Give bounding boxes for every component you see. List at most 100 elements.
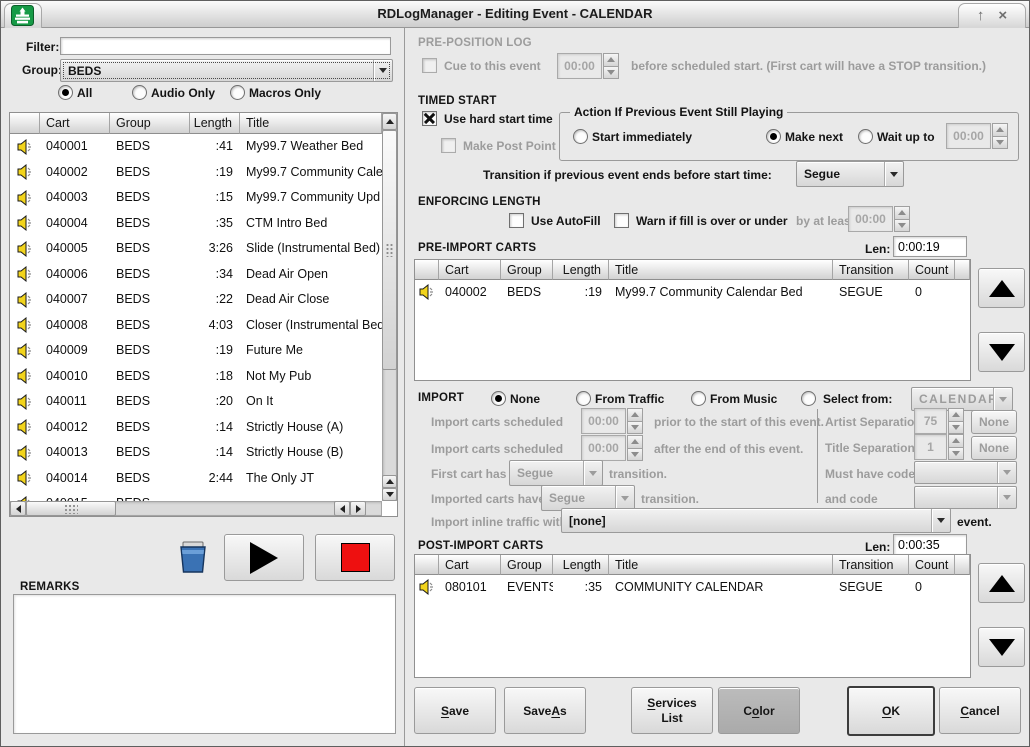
services-list-button[interactable]: Services List [631, 687, 713, 734]
radio-import-select-from[interactable] [801, 391, 816, 406]
ok-button[interactable]: OK [847, 686, 935, 736]
save-button[interactable]: Save [414, 687, 496, 734]
transition-select[interactable]: Segue [796, 161, 904, 187]
table-row[interactable]: 040013BEDS:14Strictly House (B) [10, 440, 382, 466]
table-row[interactable]: 040011BEDS:20On It [10, 389, 382, 415]
column-header[interactable]: Title [609, 260, 833, 280]
table-row[interactable]: 040006BEDS:34Dead Air Open [10, 262, 382, 288]
radio-audio-only[interactable] [132, 85, 147, 100]
column-header[interactable]: Cart [439, 260, 501, 280]
column-header[interactable]: Count [909, 555, 955, 575]
cancel-button[interactable]: Cancel [939, 687, 1021, 734]
column-header[interactable]: Cart [439, 555, 501, 575]
scroll-left-button-2[interactable] [334, 501, 350, 516]
column-header[interactable]: Cart [40, 113, 110, 134]
use-autofill-checkbox[interactable] [509, 213, 524, 228]
post-import-move-up-button[interactable] [978, 563, 1025, 603]
column-header[interactable]: Group [501, 555, 553, 575]
chevron-down-icon [615, 486, 634, 510]
scroll-up-button[interactable] [382, 113, 397, 130]
pre-import-len-field[interactable] [893, 236, 967, 257]
column-header[interactable] [415, 260, 439, 280]
horizontal-scrollbar-thumb[interactable] [26, 501, 116, 516]
scroll-down-button[interactable] [382, 488, 397, 501]
table-cell: BEDS [110, 313, 190, 339]
table-row[interactable]: 040001BEDS:41My99.7 Weather Bed [10, 134, 382, 160]
table-row[interactable]: 040007BEDS:22Dead Air Close [10, 287, 382, 313]
table-row[interactable]: 040004BEDS:35CTM Intro Bed [10, 211, 382, 237]
use-autofill-label: Use AutoFill [531, 214, 601, 228]
column-header[interactable]: Length [553, 260, 609, 280]
column-header[interactable] [10, 113, 40, 134]
sched-after-value: 00:00 [581, 435, 626, 461]
speaker-icon-cell [10, 160, 40, 186]
table-cell: 0 [909, 575, 955, 599]
radio-make-next[interactable] [766, 129, 781, 144]
filter-input[interactable] [60, 37, 391, 55]
table-row[interactable]: 040008BEDS4:03Closer (Instrumental Bed [10, 313, 382, 339]
radio-start-immediately[interactable] [573, 129, 588, 144]
sched-prior-label: Import carts scheduled [431, 415, 563, 429]
radio-macros-only[interactable] [230, 85, 245, 100]
pre-import-move-down-button[interactable] [978, 332, 1025, 372]
group-select[interactable]: BEDS [60, 59, 393, 82]
column-header[interactable]: Group [501, 260, 553, 280]
cue-time-spinbox: 00:00 [557, 53, 619, 79]
post-import-move-down-button[interactable] [978, 627, 1025, 667]
radio-import-traffic[interactable] [576, 391, 591, 406]
column-header[interactable] [955, 555, 970, 575]
spin-up-icon [627, 435, 643, 449]
scroll-up-button-2[interactable] [382, 475, 397, 488]
table-row[interactable]: 040009BEDS:19Future Me [10, 338, 382, 364]
play-cart-button[interactable] [224, 534, 304, 581]
column-header[interactable]: Title [240, 113, 382, 134]
column-header[interactable]: Count [909, 260, 955, 280]
transition-select-value: Segue [797, 167, 884, 181]
remarks-textarea[interactable] [13, 594, 396, 734]
column-header[interactable]: Transition [833, 555, 909, 575]
radio-import-none[interactable] [491, 391, 506, 406]
column-header[interactable]: Length [190, 113, 240, 134]
delete-cart-button[interactable] [176, 539, 210, 575]
column-header[interactable] [955, 260, 970, 280]
radio-import-music[interactable] [691, 391, 706, 406]
radio-all[interactable] [58, 85, 73, 100]
table-row[interactable]: 040003BEDS:15My99.7 Community Upd [10, 185, 382, 211]
speaker-icon [17, 215, 34, 231]
table-cell: My99.7 Weather Bed [240, 134, 382, 160]
warn-fill-checkbox[interactable] [614, 213, 629, 228]
scroll-left-button[interactable] [10, 501, 26, 516]
window-controls: ↑ × [958, 3, 1026, 28]
vertical-scrollbar-thumb[interactable] [382, 130, 397, 370]
table-row[interactable]: 040002BEDS:19My99.7 Community Calendar B… [10, 160, 382, 186]
column-header[interactable]: Group [110, 113, 190, 134]
radio-wait-up-to[interactable] [858, 129, 873, 144]
wait-time-value: 00:00 [946, 123, 991, 149]
post-import-len-field[interactable] [893, 534, 967, 555]
column-header[interactable] [415, 555, 439, 575]
scroll-right-button[interactable] [350, 501, 366, 516]
remarks-label: REMARKS [20, 581, 80, 593]
table-row[interactable]: 040002BEDS:19My99.7 Community Calendar B… [415, 280, 970, 304]
speaker-icon-cell [10, 440, 40, 466]
artist-separation-label: Artist Separation [825, 415, 922, 429]
table-row[interactable]: 040005BEDS3:26Slide (Instrumental Bed) [10, 236, 382, 262]
titlebar[interactable]: RDLogManager - Editing Event - CALENDAR … [1, 1, 1029, 28]
table-row[interactable]: 040010BEDS:18Not My Pub [10, 364, 382, 390]
stop-cart-button[interactable] [315, 534, 395, 581]
close-window-icon[interactable]: × [998, 5, 1007, 27]
inline-traffic-select[interactable]: [none] [561, 508, 951, 533]
table-row[interactable]: 040014BEDS2:44The Only JT [10, 466, 382, 492]
table-row[interactable]: 040012BEDS:14Strictly House (A) [10, 415, 382, 441]
use-hard-start-checkbox[interactable] [422, 111, 437, 126]
column-header[interactable]: Length [553, 555, 609, 575]
pre-import-move-up-button[interactable] [978, 268, 1025, 308]
table-cell: 040004 [40, 211, 110, 237]
column-header[interactable]: Title [609, 555, 833, 575]
table-row[interactable]: 080101EVENTS:35COMMUNITY CALENDARSEGUE0 [415, 575, 970, 599]
table-row[interactable]: 040015BEDS [10, 491, 382, 501]
shade-window-icon[interactable]: ↑ [977, 5, 985, 27]
color-button[interactable]: Color [718, 687, 800, 734]
save-as-button[interactable]: Save As [504, 687, 586, 734]
column-header[interactable]: Transition [833, 260, 909, 280]
